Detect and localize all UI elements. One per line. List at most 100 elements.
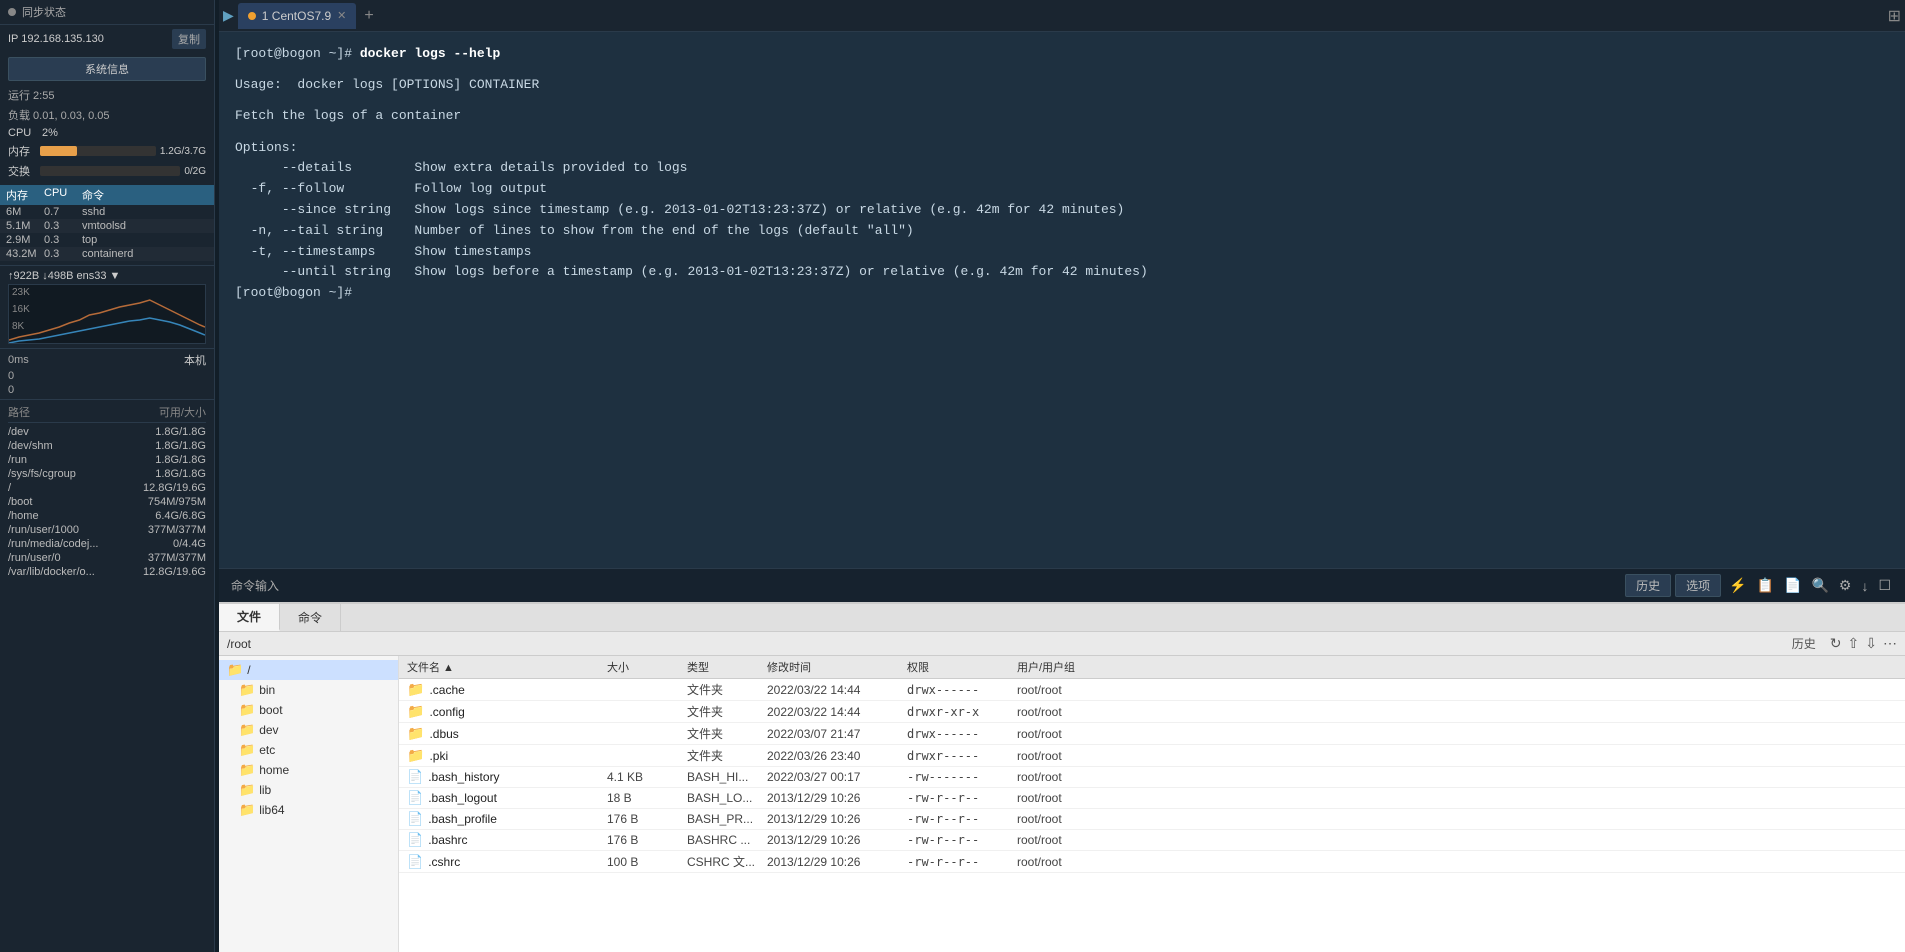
tree-item-label: dev xyxy=(259,723,278,737)
fullscreen-icon[interactable]: ☐ xyxy=(1876,575,1893,596)
tree-item[interactable]: 📁dev xyxy=(219,720,398,740)
upload-button[interactable]: ⇧ xyxy=(1848,635,1860,652)
tree-item[interactable]: 📁lib xyxy=(219,780,398,800)
latency-row-2: 0 xyxy=(8,369,206,383)
folder-icon: 📁 xyxy=(407,681,424,698)
disk-row: /run/user/0 377M/377M xyxy=(8,551,206,565)
download-path-button[interactable]: ⇩ xyxy=(1865,635,1877,652)
file-row[interactable]: 📄.bashrc 176 B BASHRC ... 2013/12/29 10:… xyxy=(399,830,1905,851)
proc-cmd: sshd xyxy=(82,206,208,218)
tab-file[interactable]: 文件 xyxy=(219,604,280,631)
file-row[interactable]: 📁.pki 文件夹 2022/03/26 23:40 drwxr----- ro… xyxy=(399,745,1905,767)
file-row[interactable]: 📁.dbus 文件夹 2022/03/07 21:47 drwx------ r… xyxy=(399,723,1905,745)
file-cell-mtime: 2022/03/07 21:47 xyxy=(767,727,907,741)
disk-row: /sys/fs/cgroup 1.8G/1.8G xyxy=(8,467,206,481)
col-header-name[interactable]: 文件名 ▲ xyxy=(407,659,607,675)
proc-cmd: top xyxy=(82,234,208,246)
terminal-output[interactable]: [root@bogon ~]# docker logs --help Usage… xyxy=(219,32,1905,568)
file-row[interactable]: 📄.bash_logout 18 B BASH_LO... 2013/12/29… xyxy=(399,788,1905,809)
disk-row: /run 1.8G/1.8G xyxy=(8,453,206,467)
paste-icon[interactable]: 📄 xyxy=(1782,575,1803,596)
file-cell-mtime: 2022/03/26 23:40 xyxy=(767,749,907,763)
terminal-line xyxy=(235,96,1889,106)
terminal-line: --details Show extra details provided to… xyxy=(235,158,1889,179)
folder-tree-icon: 📁 xyxy=(227,662,243,678)
latency-local-label: 本机 xyxy=(184,352,206,368)
nav-back-icon[interactable]: ▶ xyxy=(223,7,234,24)
terminal-line: -f, --follow Follow log output xyxy=(235,179,1889,200)
sync-status-row: 同步状态 xyxy=(0,0,214,25)
options-button[interactable]: 选项 xyxy=(1675,574,1721,597)
search-icon[interactable]: 🔍 xyxy=(1809,575,1830,596)
file-row[interactable]: 📄.bash_history 4.1 KB BASH_HI... 2022/03… xyxy=(399,767,1905,788)
file-cell-size: 176 B xyxy=(607,812,687,826)
file-cell-type: CSHRC 文... xyxy=(687,853,767,870)
folder-tree-icon: 📁 xyxy=(239,742,255,758)
proc-mem: 5.1M xyxy=(6,220,42,232)
terminal-line: Options: xyxy=(235,138,1889,159)
tree-item[interactable]: 📁boot xyxy=(219,700,398,720)
refresh-button[interactable]: ↻ xyxy=(1830,635,1842,652)
history-button[interactable]: 历史 xyxy=(1625,574,1671,597)
file-tab-bar: 文件 命令 xyxy=(219,604,1905,632)
file-row[interactable]: 📄.cshrc 100 B CSHRC 文... 2013/12/29 10:2… xyxy=(399,851,1905,873)
disk-size: 12.8G/19.6G xyxy=(143,482,206,494)
more-button[interactable]: ⋯ xyxy=(1883,635,1897,652)
settings-icon[interactable]: ⚙ xyxy=(1837,575,1854,596)
disk-size: 1.8G/1.8G xyxy=(155,454,206,466)
sync-dot-icon xyxy=(8,8,16,16)
proc-cpu: 0.3 xyxy=(44,234,80,246)
file-row[interactable]: 📁.config 文件夹 2022/03/22 14:44 drwxr-xr-x… xyxy=(399,701,1905,723)
file-cell-type: BASH_LO... xyxy=(687,791,767,805)
file-name: .dbus xyxy=(429,727,458,741)
disk-path: /dev/shm xyxy=(8,440,138,452)
file-cell-size: 4.1 KB xyxy=(607,770,687,784)
disk-size: 1.8G/1.8G xyxy=(155,426,206,438)
lightning-icon[interactable]: ⚡ xyxy=(1727,575,1748,596)
file-cell-perm: -rw-r--r-- xyxy=(907,855,1017,869)
disk-path: /run xyxy=(8,454,138,466)
file-cell-type: 文件夹 xyxy=(687,747,767,764)
tab-centos[interactable]: 1 CentOS7.9 ✕ xyxy=(238,3,357,29)
file-cell-mtime: 2013/12/29 10:26 xyxy=(767,833,907,847)
swap-row: 交换 0/2G xyxy=(0,161,214,181)
file-name: .bash_history xyxy=(428,770,499,784)
file-name: .pki xyxy=(429,749,448,763)
tab-close-icon[interactable]: ✕ xyxy=(337,9,346,22)
swap-label: 交换 xyxy=(8,163,36,179)
file-row[interactable]: 📁.cache 文件夹 2022/03/22 14:44 drwx------ … xyxy=(399,679,1905,701)
tab-command-label: 命令 xyxy=(298,609,322,626)
file-cell-mtime: 2013/12/29 10:26 xyxy=(767,855,907,869)
tree-item[interactable]: 📁home xyxy=(219,760,398,780)
sysinfo-button[interactable]: 系统信息 xyxy=(8,57,206,81)
file-row[interactable]: 📄.bash_profile 176 B BASH_PR... 2013/12/… xyxy=(399,809,1905,830)
folder-tree-icon: 📁 xyxy=(239,682,255,698)
folder-tree-icon: 📁 xyxy=(239,802,255,818)
copy-icon[interactable]: 📋 xyxy=(1755,575,1776,596)
tab-command[interactable]: 命令 xyxy=(280,604,341,631)
copy-ip-button[interactable]: 复制 xyxy=(172,29,206,49)
tab-grid-icon[interactable]: ⊞ xyxy=(1888,6,1901,26)
sync-status-label: 同步状态 xyxy=(22,4,66,20)
file-icon: 📄 xyxy=(407,769,423,785)
net-stats-label: ↑922B ↓498B ens33 ▼ xyxy=(8,270,120,282)
download-icon[interactable]: ↓ xyxy=(1859,576,1870,596)
mem-bar-fill xyxy=(40,146,77,156)
file-cell-type: BASH_HI... xyxy=(687,770,767,784)
file-cell-owner: root/root xyxy=(1017,683,1117,697)
file-cell-mtime: 2013/12/29 10:26 xyxy=(767,791,907,805)
file-cell-perm: drwx------ xyxy=(907,727,1017,741)
cpu-value: 2% xyxy=(42,127,58,139)
disk-path: /boot xyxy=(8,496,138,508)
tree-item[interactable]: 📁bin xyxy=(219,680,398,700)
tree-item-label: lib xyxy=(259,783,271,797)
disk-row: /run/media/codej... 0/4.4G xyxy=(8,537,206,551)
file-cell-name: 📁.dbus xyxy=(407,725,607,742)
tab-add-button[interactable]: + xyxy=(358,7,379,25)
tree-item[interactable]: 📁etc xyxy=(219,740,398,760)
proc-cmd: containerd xyxy=(82,248,208,260)
tree-item[interactable]: 📁lib64 xyxy=(219,800,398,820)
file-cell-perm: -rw------- xyxy=(907,770,1017,784)
file-cell-size: 100 B xyxy=(607,855,687,869)
tree-item[interactable]: 📁/ xyxy=(219,660,398,680)
